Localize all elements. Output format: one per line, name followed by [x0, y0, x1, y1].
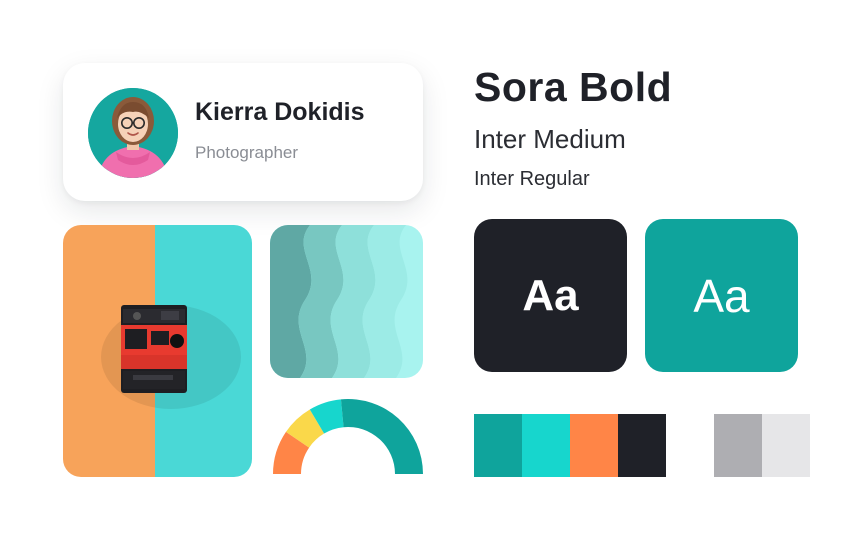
primary-swatch [474, 414, 522, 477]
profile-role: Photographer [195, 143, 299, 162]
teal-type-sample-text: Aa [693, 269, 750, 322]
neutral-swatch [762, 414, 810, 477]
profile-name: Kierra Dokidis [195, 98, 365, 126]
primary-swatch [618, 414, 666, 477]
regular-font-sample: Inter Regular [474, 168, 590, 190]
camera-image [63, 225, 252, 477]
neutral-swatch [714, 414, 762, 477]
medium-font-sample: Inter Medium [474, 124, 626, 154]
dark-type-sample-text: Aa [522, 270, 579, 320]
waves-image [270, 225, 423, 378]
avatar [88, 88, 178, 178]
donut-segment-teal [340, 399, 423, 474]
camera-photo [63, 225, 252, 477]
heading-font-sample: Sora Bold [474, 64, 673, 110]
waves-photo [270, 225, 423, 378]
teal-type-sample: Aa [645, 219, 798, 372]
dark-type-sample: Aa [474, 219, 627, 372]
donut-chart-svg [273, 399, 423, 474]
donut-chart [270, 396, 426, 478]
primary-swatch [570, 414, 618, 477]
profile-card[interactable]: Kierra Dokidis Photographer [63, 63, 423, 201]
primary-swatch [522, 414, 570, 477]
avatar-portrait [88, 88, 178, 178]
